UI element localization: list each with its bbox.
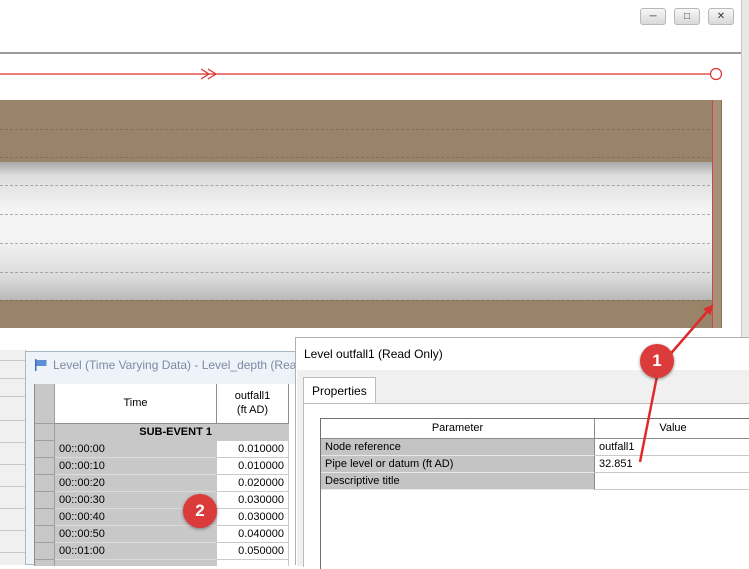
level-value-cell[interactable]: 0.030000 (217, 509, 289, 526)
ground-bottom (0, 300, 720, 328)
level-value-cell[interactable]: 0.010000 (217, 441, 289, 458)
time-cell (55, 560, 217, 566)
minimize-button[interactable]: ─ (640, 8, 666, 25)
minimize-icon: ─ (649, 11, 657, 22)
parameter-name-cell: Descriptive title (321, 473, 595, 490)
grid-line (0, 243, 720, 244)
tvd-title: Level (Time Varying Data) - Level_depth … (53, 358, 304, 372)
flow-direction-line (0, 67, 723, 81)
time-column-header[interactable]: Time (55, 384, 217, 424)
callout-badge-1: 1 (640, 344, 674, 378)
outfall-node-icon (709, 67, 723, 81)
tvd-row-header[interactable] (35, 475, 55, 492)
tvd-row-header[interactable] (35, 441, 55, 458)
tvd-grid[interactable]: Time outfall1 (ft AD) SUB-EVENT 1 00::00:00… (34, 384, 303, 566)
background-grid-strip (0, 350, 26, 565)
level-value-cell[interactable] (217, 560, 289, 566)
grid-line (0, 185, 720, 186)
level-value-cell[interactable]: 0.030000 (217, 492, 289, 509)
level-value-cell[interactable]: 0.020000 (217, 475, 289, 492)
tvd-row-header[interactable] (35, 424, 55, 441)
tvd-row-header[interactable] (35, 492, 55, 509)
sub-event-value (217, 424, 289, 441)
level-value-cell[interactable]: 0.040000 (217, 526, 289, 543)
grid-line (0, 129, 720, 130)
close-button[interactable]: ✕ (708, 8, 734, 25)
maximize-button[interactable]: □ (674, 8, 700, 25)
time-cell: 00::00:00 (55, 441, 217, 458)
long-section-view[interactable] (0, 54, 741, 344)
tvd-row-header[interactable] (35, 560, 55, 566)
tvd-row-header[interactable] (35, 526, 55, 543)
time-cell: 00::01:00 (55, 543, 217, 560)
tvd-title-bar[interactable]: Level (Time Varying Data) - Level_depth … (26, 352, 316, 378)
sub-event-label: SUB-EVENT 1 (55, 424, 217, 441)
callout-badge-2: 2 (183, 494, 217, 528)
tab-properties[interactable]: Properties (303, 377, 376, 404)
time-cell: 00::00:10 (55, 458, 217, 475)
grid-line (0, 214, 720, 215)
parameter-value-cell[interactable] (595, 473, 749, 490)
parameter-grid[interactable]: Parameter Value Node reference outfall1 Pi… (320, 418, 749, 569)
outfall-node-marker[interactable] (712, 100, 722, 328)
grid-line (0, 272, 720, 273)
properties-title: Level outfall1 (Read Only) (304, 347, 443, 361)
grid-line (0, 300, 720, 301)
properties-tab-panel: Parameter Value Node reference outfall1 Pi… (303, 403, 749, 569)
properties-body: Properties Parameter Value Node referenc… (297, 370, 749, 569)
parameter-name-cell: Pipe level or datum (ft AD) (321, 456, 595, 473)
parameter-value-cell[interactable]: 32.851 (595, 456, 749, 473)
tvd-corner-cell (35, 384, 55, 424)
parameter-column-header[interactable]: Parameter (321, 419, 595, 439)
tvd-row-header[interactable] (35, 543, 55, 560)
main-title-bar: ─ □ ✕ (0, 0, 741, 33)
pipe-body[interactable] (0, 162, 720, 300)
outfall1-column-header[interactable]: outfall1 (ft AD) (217, 384, 289, 424)
time-cell: 00::00:50 (55, 526, 217, 543)
time-cell: 00::00:20 (55, 475, 217, 492)
level-value-cell[interactable]: 0.050000 (217, 543, 289, 560)
flag-icon (35, 359, 47, 371)
level-value-cell[interactable]: 0.010000 (217, 458, 289, 475)
tvd-row-header[interactable] (35, 509, 55, 526)
parameter-value-cell[interactable]: outfall1 (595, 439, 749, 456)
ground-top (0, 100, 720, 162)
properties-window[interactable]: Level outfall1 (Read Only) Properties Pa… (295, 337, 749, 569)
maximize-icon: □ (683, 11, 691, 22)
close-icon: ✕ (716, 11, 726, 22)
value-column-header[interactable]: Value (595, 419, 749, 439)
tvd-row-header[interactable] (35, 458, 55, 475)
parameter-name-cell: Node reference (321, 439, 595, 456)
time-varying-data-window[interactable]: Level (Time Varying Data) - Level_depth … (25, 351, 316, 566)
grid-line (0, 157, 720, 158)
